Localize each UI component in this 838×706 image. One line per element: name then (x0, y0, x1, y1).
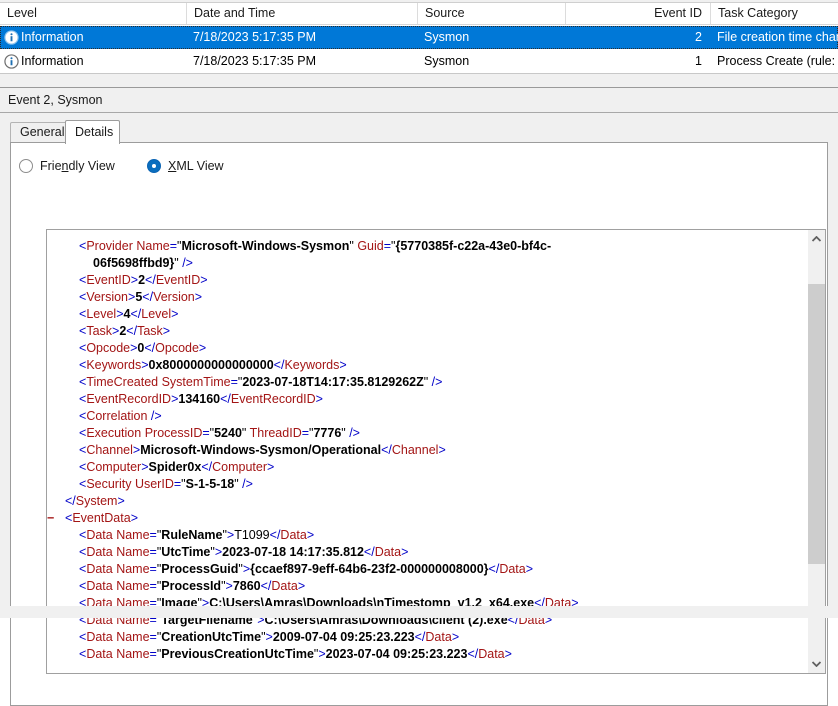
chevron-down-icon (812, 661, 821, 667)
xml-line-text: <TimeCreated SystemTime="2023-07-18T14:1… (79, 375, 443, 389)
xml-line-text: <EventData> (65, 511, 138, 525)
tab-details[interactable]: Details (65, 120, 120, 144)
xml-line-text: 06f5698ffbd9}" /> (93, 256, 193, 270)
cell-task-category: Process Create (rule: Pr (717, 54, 838, 68)
xml-line-text: <Data Name="ProcessGuid">{ccaef897-9eff-… (79, 562, 534, 576)
cell-level: Information (21, 30, 84, 44)
event-list[interactable]: Level Date and Time Source Event ID Task Cat… (0, 0, 838, 73)
xml-line-text: <Version>5</Version> (79, 290, 203, 304)
xml-line: <Correlation /> (47, 408, 819, 425)
xml-line-text: <Level>4</Level> (79, 307, 179, 321)
cell-source: Sysmon (424, 54, 470, 68)
radio-xml-view[interactable]: XML View (147, 156, 224, 176)
xml-line-text: ' (79, 229, 82, 236)
xml-line: <Data Name="RuleName">T1099</Data> (47, 527, 819, 544)
xml-line-text: <EventRecordID>134160</EventRecordID> (79, 392, 323, 406)
xml-line: <Opcode>0</Opcode> (47, 340, 819, 357)
xml-line-text: <Channel>Microsoft-Windows-Sysmon/Operat… (79, 443, 446, 457)
radio-label: XML View (168, 159, 224, 173)
detail-tab-body: Friendly View XML View ' <Provider Name="M… (10, 142, 828, 706)
xml-line-text: <Data Name="CreationUtcTime">2009-07-04 … (79, 630, 460, 644)
xml-line: <Keywords>0x8000000000000000</Keywords> (47, 357, 819, 374)
column-header-level[interactable]: Level (0, 3, 186, 24)
xml-line: <Data Name="UtcTime">2023-07-18 14:17:35… (47, 544, 819, 561)
cell-date-and-time: 7/18/2023 5:17:35 PM (193, 30, 317, 44)
xml-line: <Execution ProcessID="5240" ThreadID="77… (47, 425, 819, 442)
scroll-down-button[interactable] (808, 655, 825, 673)
xml-line: <Computer>Spider0x</Computer> (47, 459, 819, 476)
xml-line-text: <EventID>2</EventID> (79, 273, 208, 287)
table-row[interactable]: Information 7/18/2023 5:17:35 PM Sysmon 2 Fi… (0, 26, 838, 49)
column-header-source[interactable]: Source (417, 3, 565, 24)
information-icon (4, 54, 19, 69)
scroll-up-button[interactable] (808, 230, 825, 248)
radio-ndly-view[interactable]: Friendly View (19, 156, 115, 176)
column-header-event-id[interactable]: Event ID (565, 3, 710, 24)
xml-line-text: <Data Name="RuleName">T1099</Data> (79, 528, 315, 542)
xml-line-text: </System> (65, 494, 125, 508)
event-detail-title: Event 2, Sysmon (0, 88, 838, 113)
xml-line: <TimeCreated SystemTime="2023-07-18T14:1… (47, 374, 819, 391)
radio-mark[interactable] (147, 159, 161, 173)
event-list-header: Level Date and Time Source Event ID Task Cat… (0, 0, 838, 25)
radio-mark[interactable] (19, 159, 33, 173)
column-header-task-category[interactable]: Task Category (710, 3, 838, 24)
event-detail-pane: Event 2, Sysmon General Details Friendly … (0, 88, 838, 706)
column-header-date-and-time[interactable]: Date and Time (186, 3, 417, 24)
xml-line: <EventRecordID>134160</EventRecordID> (47, 391, 819, 408)
xml-line: <Data Name="ProcessGuid">{ccaef897-9eff-… (47, 561, 819, 578)
xml-line: 06f5698ffbd9}" /> (47, 255, 819, 272)
xml-line: <Data Name="PreviousCreationUtcTime">202… (47, 646, 819, 663)
xml-line: ' (47, 229, 819, 238)
cell-task-category: File creation time chang (717, 30, 838, 44)
xml-line-text: <Opcode>0</Opcode> (79, 341, 207, 355)
scrollbar-thumb[interactable] (808, 284, 825, 564)
cell-date-and-time: 7/18/2023 5:17:35 PM (193, 54, 317, 68)
table-row[interactable]: Information 7/18/2023 5:17:35 PM Sysmon 1 Pr… (0, 50, 838, 73)
xml-line: <EventID>2</EventID> (47, 272, 819, 289)
detail-bottom-strip (0, 606, 838, 618)
chevron-up-icon (812, 236, 821, 242)
pane-splitter[interactable] (0, 73, 838, 88)
xml-line: <Version>5</Version> (47, 289, 819, 306)
radio-label: Friendly View (40, 159, 115, 173)
xml-line: <Task>2</Task> (47, 323, 819, 340)
xml-line: <Data Name="CreationUtcTime">2009-07-04 … (47, 629, 819, 646)
xml-line-text: <Keywords>0x8000000000000000</Keywords> (79, 358, 347, 372)
tab-general[interactable]: General (10, 122, 67, 142)
xml-line: <Data Name="ProcessId">7860</Data> (47, 578, 819, 595)
information-icon (4, 30, 19, 45)
xml-line: </System> (47, 493, 819, 510)
collapse-toggle-icon[interactable]: − (47, 510, 54, 527)
xml-line-text: <Correlation /> (79, 409, 162, 423)
cell-event-id: 2 (695, 30, 702, 44)
xml-line-text: <Data Name="ProcessId">7860</Data> (79, 579, 306, 593)
xml-line-text: <Execution ProcessID="5240" ThreadID="77… (79, 426, 360, 440)
xml-line-text: <Data Name="UtcTime">2023-07-18 14:17:35… (79, 545, 409, 559)
cell-event-id: 1 (695, 54, 702, 68)
xml-line: <Security UserID="S-1-5-18" /> (47, 476, 819, 493)
xml-line-text: <Task>2</Task> (79, 324, 171, 338)
xml-line: <Provider Name="Microsoft-Windows-Sysmon… (47, 238, 819, 255)
xml-line-text: <Computer>Spider0x</Computer> (79, 460, 275, 474)
xml-line: − <EventData> (47, 510, 819, 527)
xml-line-text: <Data Name="PreviousCreationUtcTime">202… (79, 647, 512, 661)
xml-line-text: <Provider Name="Microsoft-Windows-Sysmon… (79, 239, 552, 253)
xml-line: <Channel>Microsoft-Windows-Sysmon/Operat… (47, 442, 819, 459)
xml-line-text: <Security UserID="S-1-5-18" /> (79, 477, 253, 491)
xml-content: ' <Provider Name="Microsoft-Windows-Sysmo… (47, 229, 819, 663)
xml-line: <Level>4</Level> (47, 306, 819, 323)
cell-level: Information (21, 54, 84, 68)
cell-source: Sysmon (424, 30, 470, 44)
